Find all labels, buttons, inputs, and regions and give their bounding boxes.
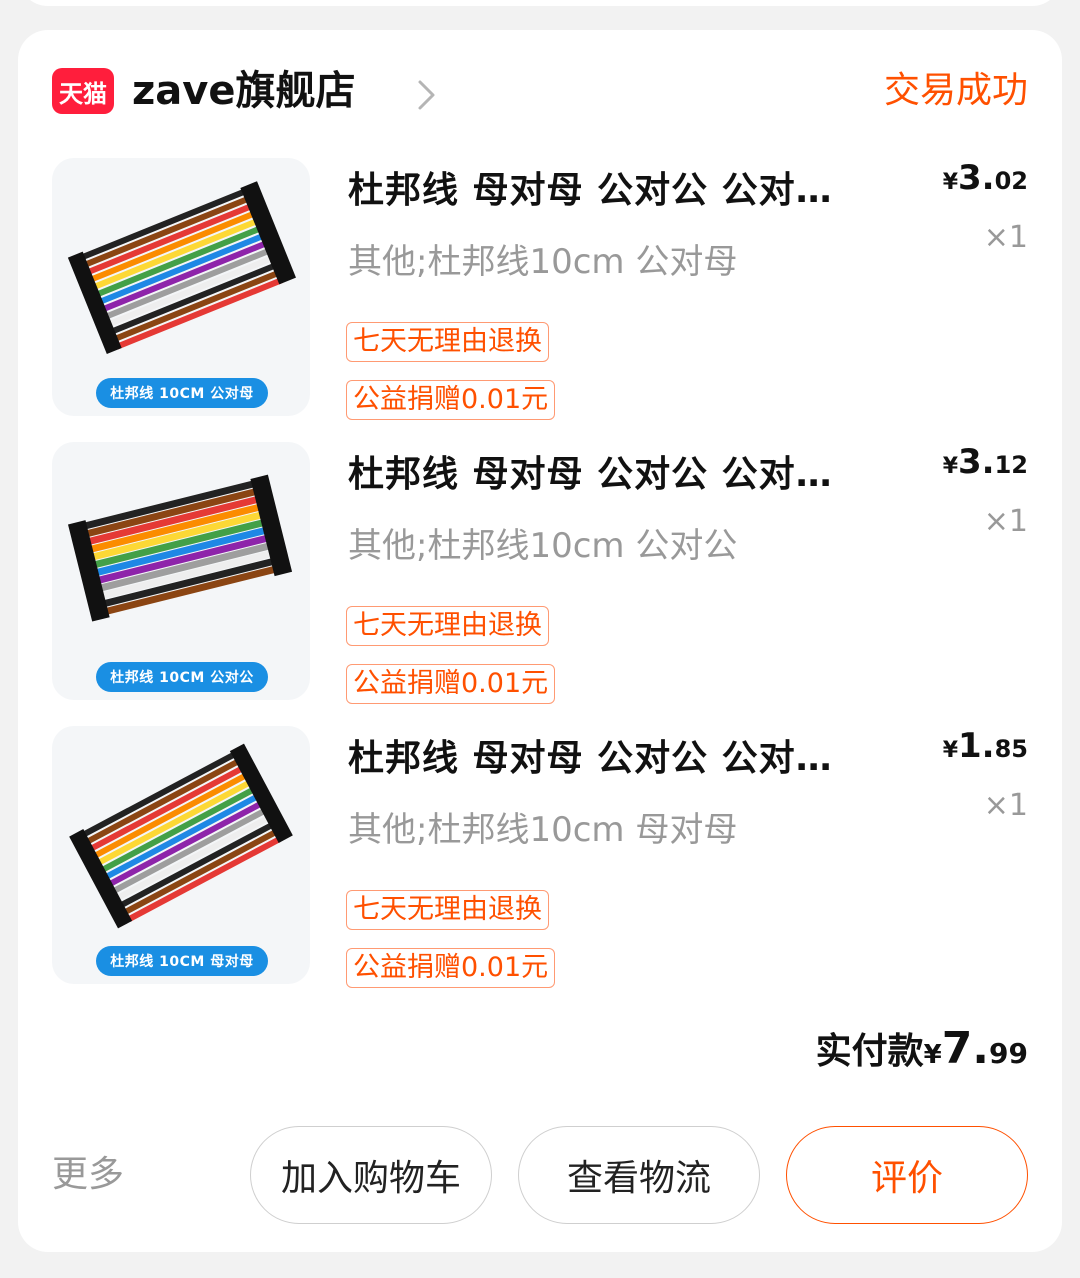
review-button[interactable]: 评价 xyxy=(786,1126,1028,1224)
return-policy-tag: 七天无理由退换 xyxy=(346,606,549,646)
item-spec: 其他;杜邦线10cm 公对公 xyxy=(348,526,738,566)
thumbnail-caption: 杜邦线 10CM 公对母 xyxy=(96,378,268,408)
currency-symbol: ¥ xyxy=(942,170,959,195)
shop-name[interactable]: zave旗舰店 xyxy=(132,64,355,118)
thumbnail-caption: 杜邦线 10CM 母对母 xyxy=(96,946,268,976)
order-item[interactable]: 杜邦线 10CM 母对母 杜邦线 母对母 公对公 公对母 10cm 其他;杜邦线… xyxy=(52,726,1028,988)
previous-card-edge xyxy=(18,0,1062,6)
view-logistics-button[interactable]: 查看物流 xyxy=(518,1126,760,1224)
price-integer: 3. xyxy=(958,442,995,482)
item-price: ¥3.02 xyxy=(943,158,1028,198)
charity-tag: 公益捐赠0.01元 xyxy=(346,664,556,704)
price-decimal: 02 xyxy=(994,167,1028,195)
more-button[interactable]: 更多 xyxy=(52,1150,124,1200)
item-spec: 其他;杜邦线10cm 母对母 xyxy=(348,810,738,850)
price-integer: 1. xyxy=(958,726,995,766)
product-thumbnail[interactable]: 杜邦线 10CM 公对公 xyxy=(52,442,310,700)
currency-symbol: ¥ xyxy=(942,738,959,763)
item-title[interactable]: 杜邦线 母对母 公对公 公对母 10cm xyxy=(348,734,868,784)
return-policy-tag: 七天无理由退换 xyxy=(346,322,549,362)
tmall-logo-icon: 天猫 xyxy=(52,68,114,114)
total-label: 实付款 xyxy=(815,1031,924,1072)
item-price: ¥3.12 xyxy=(943,442,1028,482)
item-title[interactable]: 杜邦线 母对母 公对公 公对母 10cm xyxy=(348,166,868,216)
total-paid: 实付款¥7.99 xyxy=(816,1022,1028,1074)
chevron-right-icon[interactable] xyxy=(414,78,440,112)
price-decimal: 85 xyxy=(994,735,1028,763)
total-integer: 7. xyxy=(941,1023,990,1074)
item-quantity: ×1 xyxy=(983,504,1028,539)
order-status: 交易成功 xyxy=(883,70,1028,111)
price-decimal: 12 xyxy=(994,451,1028,479)
order-card: 天猫 zave旗舰店 交易成功 杜邦线 10CM 公对母 杜邦线 母对母 公对公… xyxy=(18,30,1062,1252)
charity-tag: 公益捐赠0.01元 xyxy=(346,380,556,420)
product-thumbnail[interactable]: 杜邦线 10CM 公对母 xyxy=(52,158,310,416)
charity-tag: 公益捐赠0.01元 xyxy=(346,948,556,988)
price-integer: 3. xyxy=(958,158,995,198)
item-price: ¥1.85 xyxy=(943,726,1028,766)
order-item[interactable]: 杜邦线 10CM 公对公 杜邦线 母对母 公对公 公对母 10cm 其他;杜邦线… xyxy=(52,442,1028,704)
currency-symbol: ¥ xyxy=(923,1040,942,1070)
product-thumbnail[interactable]: 杜邦线 10CM 母对母 xyxy=(52,726,310,984)
item-quantity: ×1 xyxy=(983,220,1028,255)
return-policy-tag: 七天无理由退换 xyxy=(346,890,549,930)
item-title[interactable]: 杜邦线 母对母 公对公 公对母 10cm xyxy=(348,450,868,500)
thumbnail-caption: 杜邦线 10CM 公对公 xyxy=(96,662,268,692)
item-quantity: ×1 xyxy=(983,788,1028,823)
item-spec: 其他;杜邦线10cm 公对母 xyxy=(348,242,738,282)
add-to-cart-button[interactable]: 加入购物车 xyxy=(250,1126,492,1224)
order-item[interactable]: 杜邦线 10CM 公对母 杜邦线 母对母 公对公 公对母 10cm 其他;杜邦线… xyxy=(52,158,1028,420)
currency-symbol: ¥ xyxy=(942,454,959,479)
tmall-badge-text: 天猫 xyxy=(59,79,107,108)
total-decimal: 99 xyxy=(989,1037,1028,1070)
shop-header[interactable]: 天猫 zave旗舰店 交易成功 xyxy=(52,68,1028,114)
